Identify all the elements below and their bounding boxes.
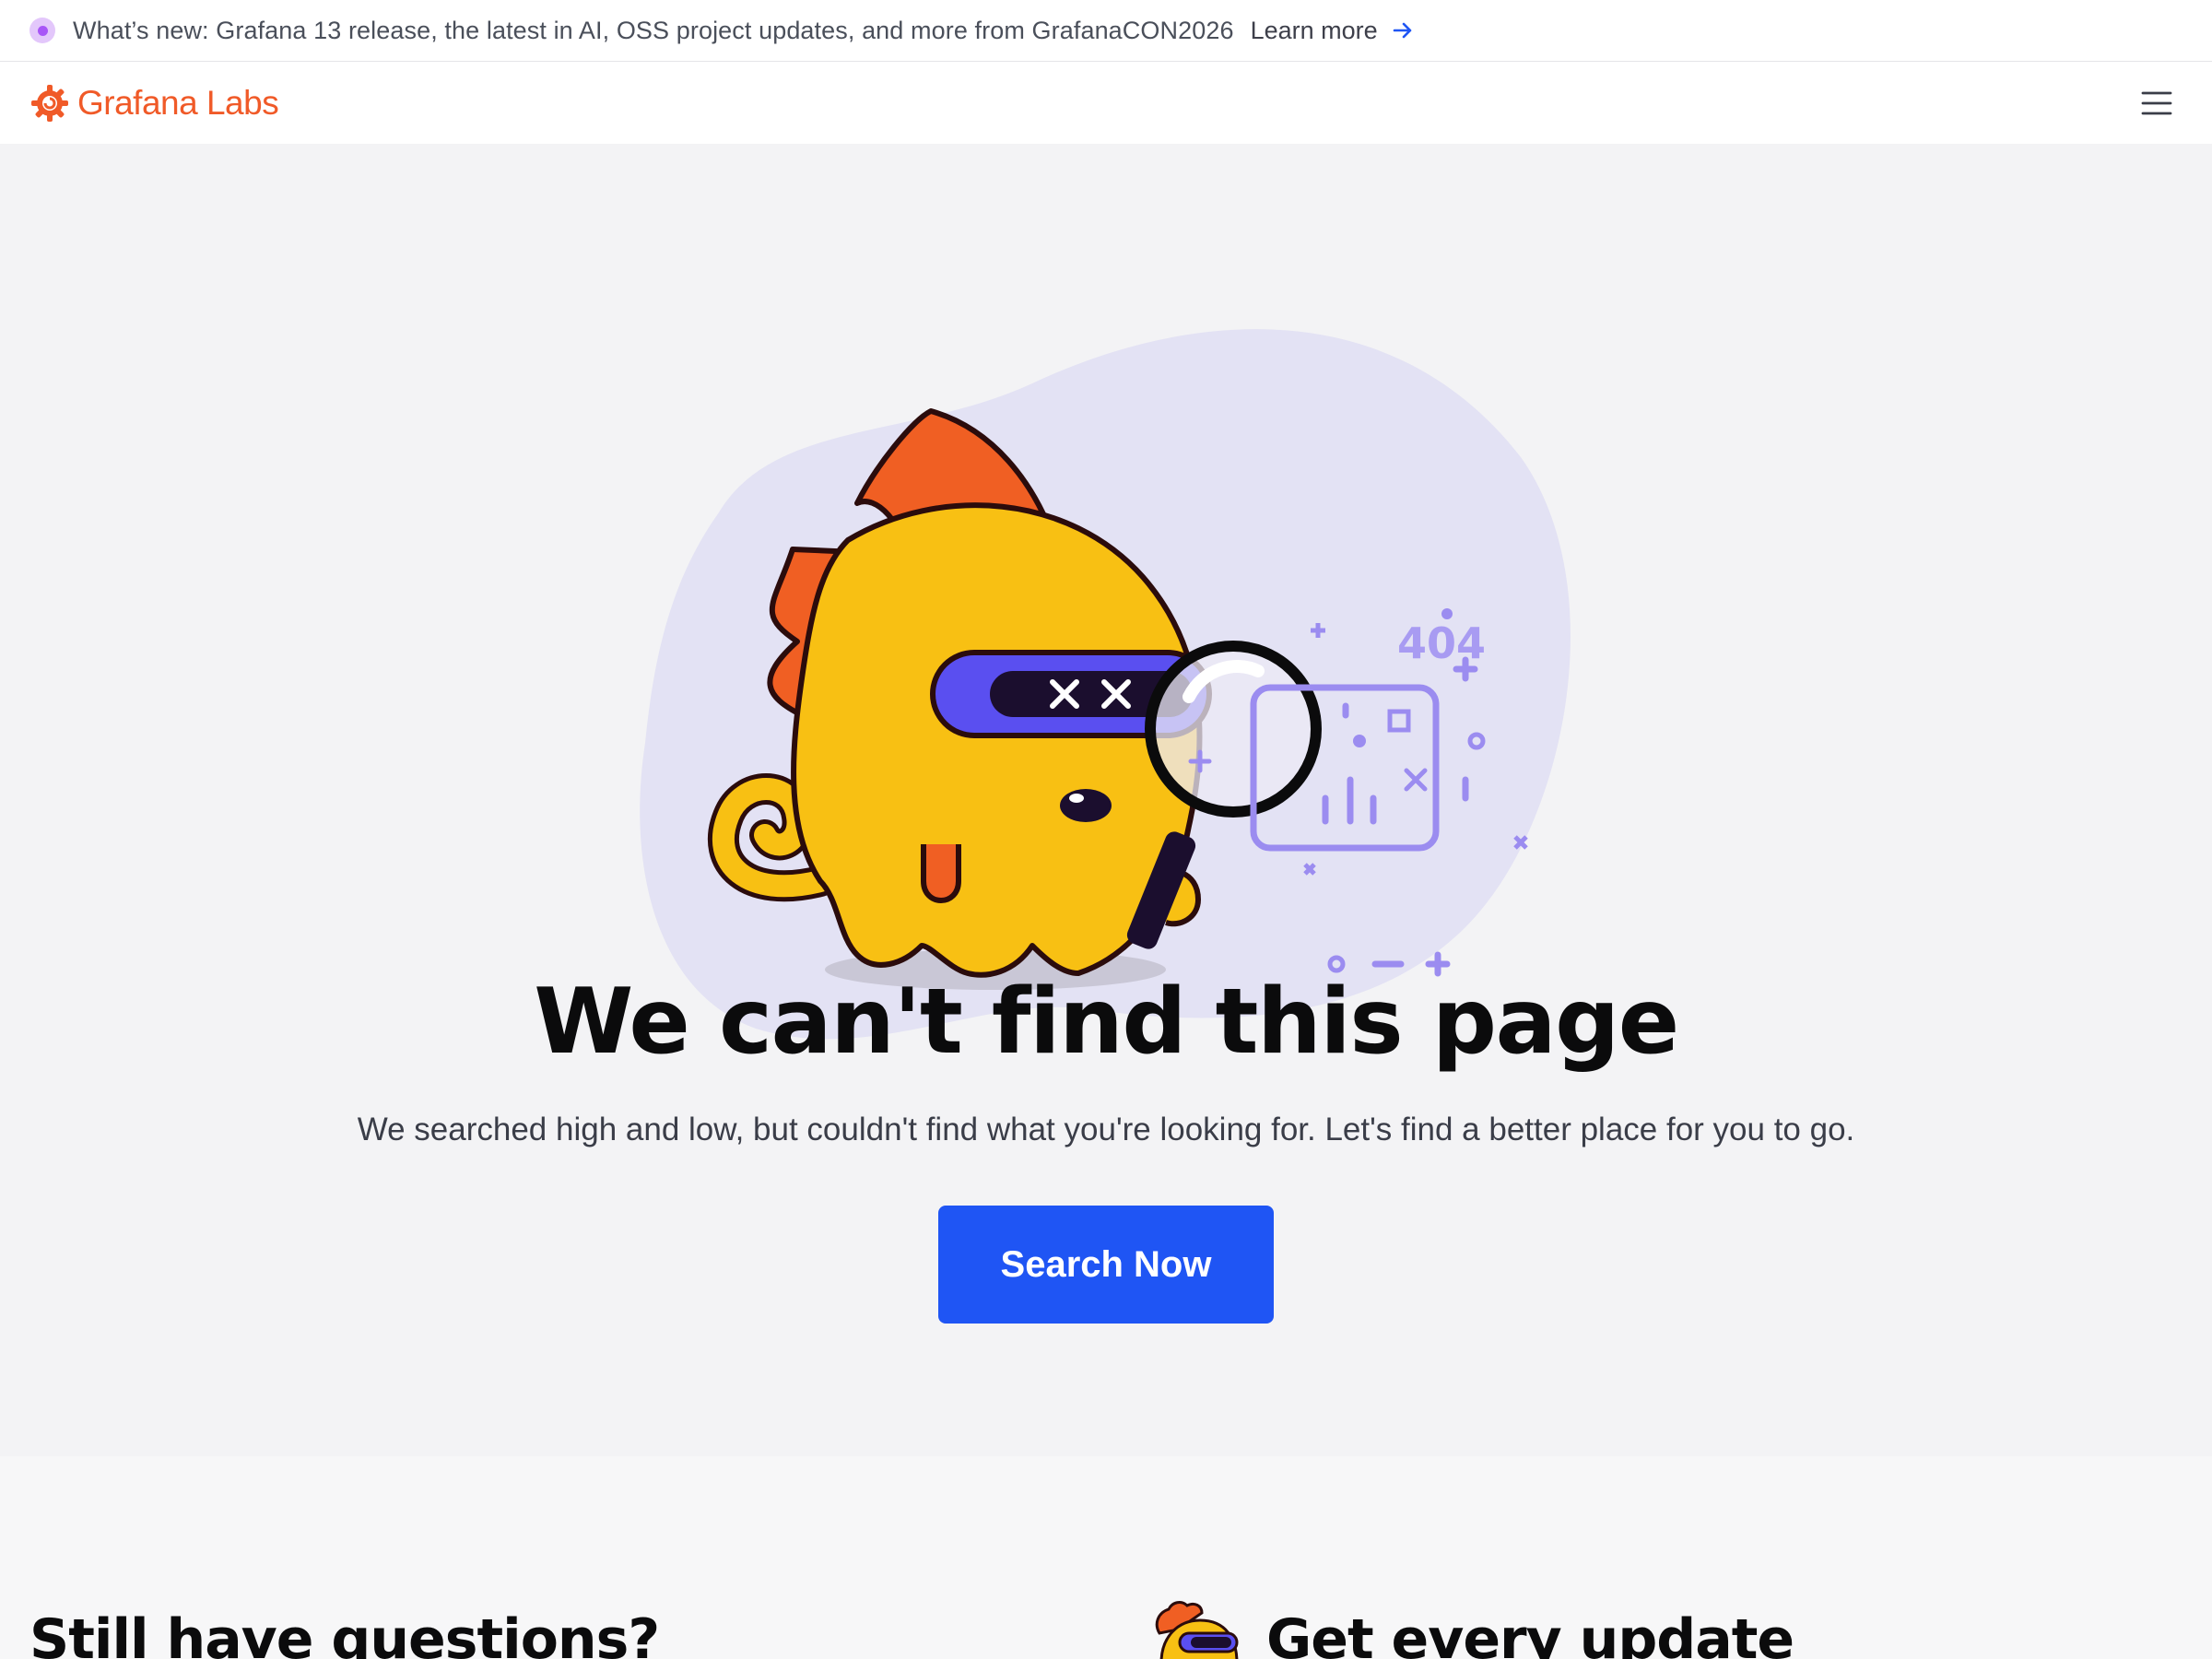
search-now-button[interactable]: Search Now bbox=[938, 1206, 1274, 1324]
mascot-avatar-icon bbox=[1155, 1601, 1239, 1659]
update-heading: Get every update bbox=[1266, 1607, 1794, 1659]
status-dot-icon bbox=[29, 18, 55, 43]
grafana-logo-icon bbox=[31, 84, 68, 122]
learn-more-link[interactable]: Learn more bbox=[1251, 17, 1415, 45]
top-nav: Grafana Labs bbox=[0, 62, 2212, 144]
arrow-right-icon bbox=[1393, 22, 1411, 39]
bottom-section: Still have questions? Get every update bbox=[0, 1456, 2212, 1659]
hero-section: 404 We can't find this page We searched … bbox=[0, 144, 2212, 1456]
illustration-404-label: 404 bbox=[1397, 618, 1486, 668]
announcement-bar: What’s new: Grafana 13 release, the late… bbox=[0, 0, 2212, 62]
learn-more-label: Learn more bbox=[1250, 16, 1378, 44]
page: What’s new: Grafana 13 release, the late… bbox=[0, 0, 2212, 1659]
logo-wordmark: Grafana Labs bbox=[77, 83, 279, 122]
questions-heading: Still have questions? bbox=[29, 1607, 660, 1659]
page-subtitle: We searched high and low, but couldn't f… bbox=[357, 1112, 1855, 1147]
announcement-message: What’s new: Grafana 13 release, the late… bbox=[73, 16, 1234, 44]
page-title: We can't find this page bbox=[534, 970, 1679, 1075]
update-block: Get every update bbox=[1141, 1596, 1794, 1659]
grafana-labs-logo[interactable]: Grafana Labs bbox=[29, 83, 279, 124]
hamburger-menu-icon[interactable] bbox=[2131, 77, 2183, 129]
